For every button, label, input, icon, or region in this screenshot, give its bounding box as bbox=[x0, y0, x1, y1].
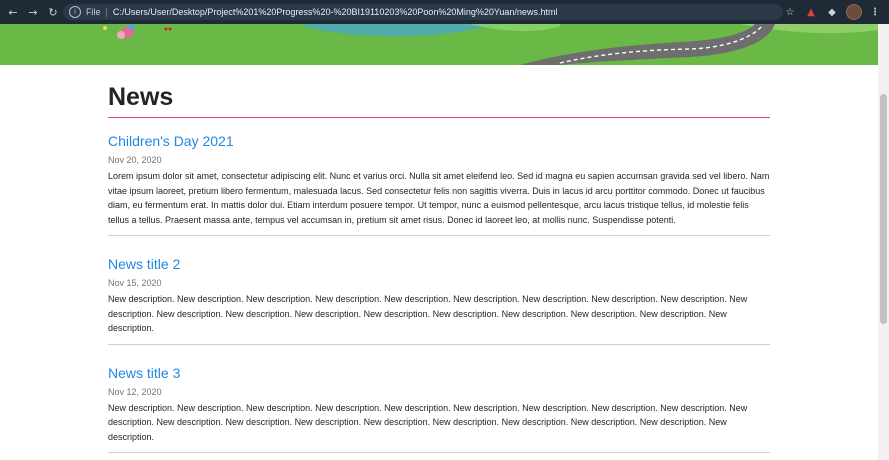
address-bar[interactable]: i File | C:/Users/User/Desktop/Project%2… bbox=[63, 4, 783, 20]
url-scheme-label: File bbox=[86, 7, 101, 17]
banner-illustration bbox=[0, 24, 878, 65]
star-icon[interactable]: ☆ bbox=[783, 5, 797, 19]
news-post-description: Lorem ipsum dolor sit amet, consectetur … bbox=[108, 171, 770, 225]
page-title: News bbox=[108, 83, 174, 111]
news-post-date: Nov 20, 2020 bbox=[108, 155, 162, 165]
news-post-title-link[interactable]: News title 2 bbox=[108, 255, 180, 273]
news-post-title-link[interactable]: News title 3 bbox=[108, 364, 180, 382]
header-banner bbox=[0, 24, 878, 65]
info-icon[interactable]: i bbox=[69, 6, 81, 18]
post-divider bbox=[108, 343, 770, 345]
browser-actions: ☆ ▲ ◆ ⋮ bbox=[783, 0, 889, 24]
news-post: Children's Day 2021 Nov 20, 2020 Lorem i… bbox=[108, 132, 770, 227]
reload-icon[interactable]: ↻ bbox=[46, 5, 60, 19]
title-divider bbox=[108, 117, 770, 118]
post-divider bbox=[108, 452, 770, 453]
url-text[interactable]: C:/Users/User/Desktop/Project%201%20Prog… bbox=[113, 7, 558, 17]
news-section: News Children's Day 2021 Nov 20, 2020 Lo… bbox=[108, 82, 770, 453]
news-post-date: Nov 15, 2020 bbox=[108, 278, 162, 288]
news-post-date: Nov 12, 2020 bbox=[108, 386, 162, 397]
page-scrollbar[interactable] bbox=[878, 24, 889, 460]
post-divider bbox=[108, 235, 770, 236]
news-post-description: New description. New description. New de… bbox=[108, 294, 748, 333]
puzzle-icon[interactable]: ◆ bbox=[825, 5, 839, 19]
extension-icon[interactable]: ▲ bbox=[804, 5, 818, 19]
news-post-description: New description. New description. New de… bbox=[108, 402, 748, 442]
news-post: News title 3 Nov 12, 2020 New descriptio… bbox=[108, 364, 770, 445]
scrollbar-thumb[interactable] bbox=[880, 94, 887, 324]
news-post: News title 2 Nov 15, 2020 New descriptio… bbox=[108, 255, 770, 336]
back-arrow-icon[interactable]: ← bbox=[6, 5, 20, 19]
kebab-menu-icon[interactable]: ⋮ bbox=[868, 5, 882, 19]
url-separator: | bbox=[105, 7, 108, 17]
forward-arrow-icon[interactable]: → bbox=[26, 5, 40, 19]
browser-toolbar: ← → ↻ i File | C:/Users/User/Desktop/Pro… bbox=[0, 0, 889, 24]
news-post-title-link[interactable]: Children's Day 2021 bbox=[108, 132, 234, 150]
avatar-icon[interactable] bbox=[846, 4, 862, 20]
